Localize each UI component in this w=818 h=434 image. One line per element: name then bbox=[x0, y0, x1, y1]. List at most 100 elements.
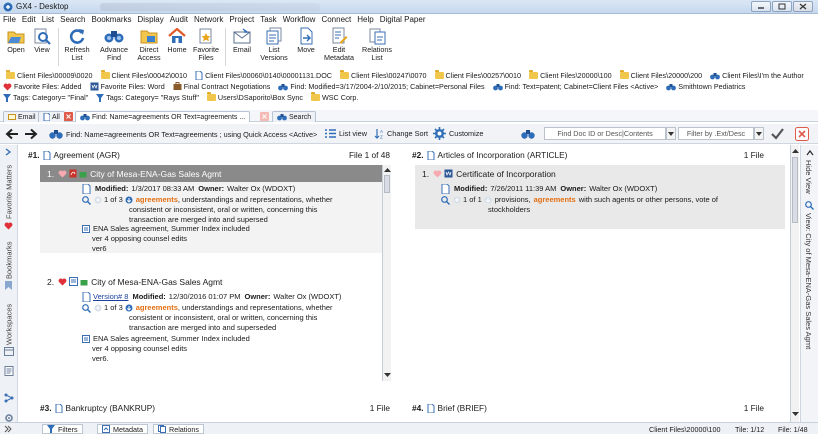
close-tab-icon[interactable] bbox=[260, 112, 269, 121]
tags-final-link[interactable]: Tags: Category= "Final" bbox=[3, 93, 88, 102]
bookmarks-tab[interactable]: Bookmarks bbox=[2, 235, 16, 279]
panel-1-scrollbar[interactable] bbox=[382, 165, 391, 381]
menu-network[interactable]: Network bbox=[194, 14, 223, 26]
tab-all[interactable]: All bbox=[38, 111, 65, 122]
scroll-down-arrow-icon[interactable] bbox=[384, 373, 391, 378]
next-hit-icon[interactable] bbox=[125, 304, 133, 312]
previous-hit-icon[interactable] bbox=[453, 196, 461, 204]
workspaces-tab[interactable]: Workspaces bbox=[2, 295, 16, 345]
apply-checkmark-icon[interactable] bbox=[771, 128, 784, 140]
favorite-heart-icon[interactable] bbox=[433, 170, 442, 178]
list-versions-button[interactable]: List Versions bbox=[258, 26, 290, 62]
favorite-files-button[interactable]: Favorite Files bbox=[191, 26, 221, 62]
tab-email[interactable]: Email bbox=[3, 111, 41, 122]
favorite-folder-link[interactable]: Client Files\00257\0010 bbox=[434, 70, 521, 80]
metadata-tab[interactable]: Metadata bbox=[97, 424, 148, 434]
version-link[interactable]: Version# 8 bbox=[93, 292, 128, 302]
scroll-up-arrow-icon[interactable] bbox=[792, 148, 799, 153]
find-modified-link[interactable]: Find: Modified=3/17/2004-2/10/2015; Cabi… bbox=[278, 82, 485, 91]
menu-display[interactable]: Display bbox=[138, 14, 164, 26]
edit-metadata-button[interactable]: Edit Metadata bbox=[322, 26, 356, 62]
menu-workflow[interactable]: Workflow bbox=[283, 14, 316, 26]
menu-edit[interactable]: Edit bbox=[22, 14, 36, 26]
refresh-list-button[interactable]: Refresh List bbox=[62, 26, 92, 62]
find-doc-dropdown[interactable] bbox=[666, 127, 676, 140]
tags-rays-stuff-link[interactable]: Tags: Category= "Rays Stuff" bbox=[96, 93, 199, 102]
back-arrow-icon[interactable] bbox=[5, 128, 19, 140]
open-button[interactable]: Open bbox=[5, 26, 27, 54]
result-card-1[interactable]: 1. City of Mesa-ENA-Gas Sales Agmt Modif… bbox=[40, 165, 382, 253]
email-button[interactable]: Email bbox=[229, 26, 255, 54]
hit-magnifier-icon[interactable] bbox=[441, 195, 450, 205]
find-doc-binoculars-icon[interactable] bbox=[521, 129, 535, 139]
result-card-2[interactable]: 2. City of Mesa-ENA-Gas Sales Agmt Versi… bbox=[40, 273, 382, 378]
favorite-folder-link[interactable]: Client Files\20000\100 bbox=[529, 70, 612, 80]
menu-task[interactable]: Task bbox=[260, 14, 276, 26]
result-card-articles[interactable]: 1. Certificate of Incorporation Modified… bbox=[415, 165, 785, 229]
move-button[interactable]: Move bbox=[294, 26, 318, 54]
favorite-folder-link[interactable]: Client Files\00247\0070 bbox=[340, 70, 427, 80]
customize-button[interactable]: Customize bbox=[433, 127, 483, 140]
list-view-button[interactable]: List view bbox=[325, 129, 367, 138]
menu-digital-paper[interactable]: Digital Paper bbox=[380, 14, 426, 26]
favorite-files-added-link[interactable]: Favorite Files: Added bbox=[3, 82, 82, 91]
collapse-bottom-icon[interactable] bbox=[4, 425, 12, 433]
filter-dropdown[interactable] bbox=[754, 127, 764, 140]
scroll-up-arrow-icon[interactable] bbox=[384, 167, 391, 172]
favorite-folder-link[interactable]: Client Files\00009\0020 bbox=[6, 70, 93, 80]
expand-panel-icon[interactable] bbox=[4, 148, 12, 156]
box-sync-folder-link[interactable]: Users\DSaporito\Box Sync bbox=[206, 92, 303, 102]
smithtown-pediatrics-link[interactable]: Smithtown Pediatrics bbox=[666, 82, 745, 91]
filters-tab[interactable]: Filters bbox=[42, 424, 83, 434]
menu-bookmarks[interactable]: Bookmarks bbox=[92, 14, 132, 26]
change-sort-button[interactable]: AZ Change Sort bbox=[374, 128, 428, 139]
direct-access-button[interactable]: Direct Access bbox=[134, 26, 164, 62]
close-tab-icon[interactable] bbox=[64, 112, 73, 121]
forward-arrow-icon[interactable] bbox=[24, 128, 38, 140]
relations-list-button[interactable]: Relations List bbox=[360, 26, 394, 62]
favorite-files-word-link[interactable]: Favorite Files: Word bbox=[90, 82, 165, 91]
result-articles-title-row[interactable]: 1. Certificate of Incorporation bbox=[415, 165, 785, 182]
favorite-search-link[interactable]: Client Files\I'm the Author bbox=[710, 71, 804, 80]
favorite-document-link[interactable]: Client Files\00060\0140\00001131.DOC bbox=[195, 71, 332, 80]
main-scroll-thumb[interactable] bbox=[792, 157, 798, 223]
notes-icon[interactable] bbox=[4, 366, 14, 376]
wsc-corp-folder-link[interactable]: WSC Corp. bbox=[310, 92, 358, 102]
close-search-icon[interactable] bbox=[795, 127, 809, 141]
favorite-matters-tab[interactable]: Favorite Matters bbox=[2, 159, 16, 219]
favorite-folder-link[interactable]: Client Files\20000\200 bbox=[619, 70, 702, 80]
result-2-title-row[interactable]: 2. City of Mesa-ENA-Gas Sales Agmt bbox=[40, 273, 382, 290]
hit-magnifier-icon[interactable] bbox=[82, 195, 91, 205]
collapse-view-icon[interactable] bbox=[806, 149, 814, 157]
menu-file[interactable]: File bbox=[3, 14, 16, 26]
close-button[interactable] bbox=[793, 1, 813, 12]
next-hit-icon[interactable] bbox=[125, 196, 133, 204]
view-button[interactable]: View bbox=[31, 26, 53, 54]
menu-audit[interactable]: Audit bbox=[170, 14, 188, 26]
scroll-down-arrow-icon[interactable] bbox=[792, 412, 799, 417]
advance-find-button[interactable]: Advance Find bbox=[97, 26, 131, 62]
main-scrollbar[interactable] bbox=[790, 145, 799, 422]
result-1-title-row[interactable]: 1. City of Mesa-ENA-Gas Sales Agmt bbox=[40, 165, 382, 182]
menu-connect[interactable]: Connect bbox=[321, 14, 351, 26]
hide-view-button[interactable]: Hide View bbox=[804, 160, 813, 194]
menu-list[interactable]: List bbox=[42, 14, 54, 26]
find-text-patent-link[interactable]: Find: Text=patent; Cabinet=Client Files … bbox=[492, 82, 658, 91]
menu-search[interactable]: Search bbox=[60, 14, 85, 26]
menu-help[interactable]: Help bbox=[357, 14, 373, 26]
scroll-thumb[interactable] bbox=[384, 175, 390, 193]
home-button[interactable]: Home bbox=[166, 26, 188, 54]
filter-ext-input[interactable]: Filter by .Ext/Desc bbox=[678, 127, 754, 140]
find-doc-input[interactable]: Find Doc ID or Desc|Contents bbox=[544, 127, 666, 140]
tab-find-agreements[interactable]: Find: Name=agreements OR Text=agreements… bbox=[75, 111, 251, 122]
favorite-folder-link[interactable]: Client Files\00042\0010 bbox=[100, 70, 187, 80]
maximize-button[interactable] bbox=[772, 1, 792, 12]
minimize-button[interactable] bbox=[751, 1, 771, 12]
previous-hit-icon[interactable] bbox=[94, 196, 102, 204]
relations-tab[interactable]: Relations bbox=[153, 424, 204, 434]
connections-icon[interactable] bbox=[4, 393, 14, 403]
previous-hit-icon[interactable] bbox=[94, 304, 102, 312]
final-contract-negotiations-link[interactable]: Final Contract Negotiations bbox=[173, 82, 270, 91]
favorite-heart-icon[interactable] bbox=[58, 170, 67, 178]
next-hit-icon[interactable] bbox=[484, 196, 492, 204]
